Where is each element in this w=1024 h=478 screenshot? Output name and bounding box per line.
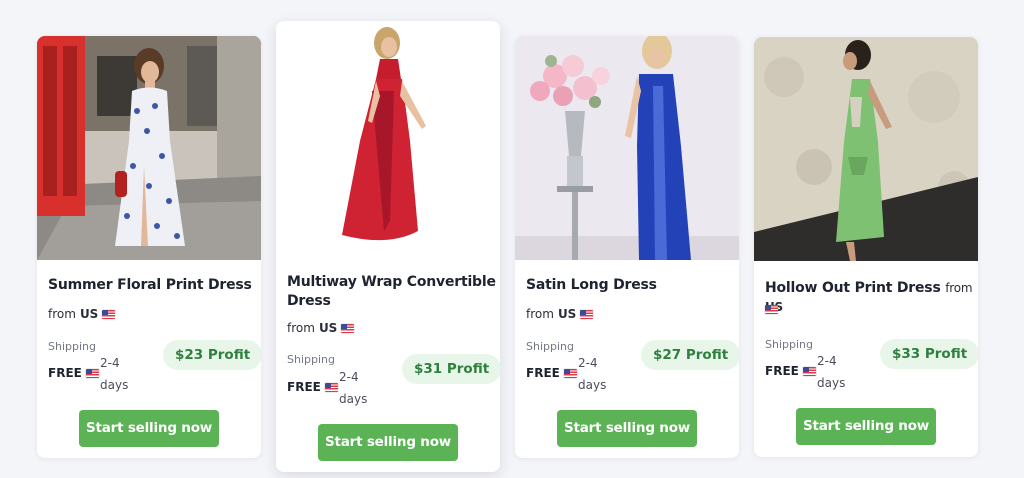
shipping-value: FREE [287,380,338,394]
product-origin: from US [526,307,594,321]
start-selling-button[interactable]: Start selling now [796,408,936,445]
shipping-free-text: FREE [287,380,321,394]
us-flag-icon [102,309,116,319]
from-label: from [526,307,554,321]
days-unit: days [578,378,607,392]
shipping-days: 2-4 days [100,352,130,396]
product-origin: from US [48,307,116,321]
product-title[interactable]: Multiway Wrap Convertible Dress [287,273,496,311]
from-label: from [945,281,973,295]
us-flag-icon [324,382,338,392]
shipping-value: FREE [765,364,816,378]
us-flag-icon [765,305,778,314]
profit-badge: $23 Profit [163,340,261,370]
product-image[interactable] [515,36,739,260]
product-title-line-1: Multiway Wrap Convertible [287,274,496,290]
us-flag-icon [802,366,816,376]
start-selling-button[interactable]: Start selling now [557,410,697,447]
days-unit: days [817,376,846,390]
shipping-label: Shipping [526,340,574,353]
profit-badge: $33 Profit [880,339,978,369]
product-image[interactable] [276,21,500,259]
shipping-days: 2-4 days [578,352,608,396]
shipping-value: FREE [48,366,99,380]
shipping-label: Shipping [765,338,813,351]
shipping-days: 2-4 days [817,350,847,394]
shipping-label: Shipping [48,340,96,353]
product-card-satin-long[interactable]: Satin Long Dress from US Shipping FREE 2… [515,36,739,458]
shipping-free-text: FREE [48,366,82,380]
product-image[interactable] [754,37,978,261]
product-origin-flag [765,305,778,314]
shipping-value: FREE [526,366,577,380]
product-card-multiway-wrap[interactable]: Multiway Wrap Convertible Dress from US … [276,21,500,472]
product-title[interactable]: Satin Long Dress [526,276,657,295]
days-range: 2-4 [339,370,359,384]
profit-badge: $31 Profit [402,354,500,384]
us-flag-icon [580,309,594,319]
shipping-label: Shipping [287,353,335,366]
us-flag-icon [563,368,577,378]
us-flag-icon [85,368,99,378]
shipping-free-text: FREE [526,366,560,380]
origin-country: US [79,307,99,321]
start-selling-button[interactable]: Start selling now [79,410,219,447]
start-selling-button[interactable]: Start selling now [318,424,458,461]
from-label: from [287,321,315,335]
product-origin: from US [287,321,355,335]
days-range: 2-4 [817,354,837,368]
product-title-text: Hollow Out Print Dress [765,280,941,296]
shipping-days: 2-4 days [339,366,369,410]
origin-country: US [318,321,338,335]
origin-country: US [557,307,577,321]
from-label: from [48,307,76,321]
product-card-hollow-out[interactable]: Hollow Out Print Dress from US Shipping … [754,37,978,457]
product-title-line-2: Dress [287,293,331,309]
product-title[interactable]: Summer Floral Print Dress [48,276,252,295]
product-title[interactable]: Hollow Out Print Dress from US [765,279,978,317]
product-image[interactable] [37,36,261,260]
us-flag-icon [341,323,355,333]
shipping-free-text: FREE [765,364,799,378]
days-range: 2-4 [100,356,120,370]
days-unit: days [339,392,368,406]
days-range: 2-4 [578,356,598,370]
days-unit: days [100,378,129,392]
profit-badge: $27 Profit [641,340,739,370]
product-card-summer-floral[interactable]: Summer Floral Print Dress from US Shippi… [37,36,261,458]
